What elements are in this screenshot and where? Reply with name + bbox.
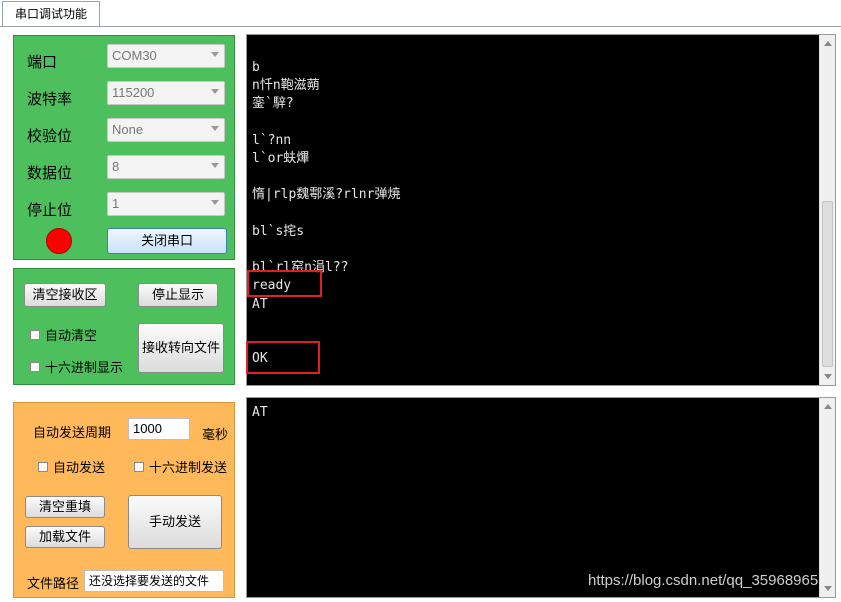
baud-label: 波特率 [27, 91, 73, 108]
parity-label: 校验位 [27, 128, 73, 145]
receive-line [252, 114, 400, 132]
checkbox-box [30, 361, 40, 372]
receive-line [252, 168, 400, 186]
ms-label: 毫秒 [202, 427, 229, 442]
port-value: COM30 [112, 48, 157, 63]
port-select[interactable]: COM30 [107, 44, 225, 68]
tab-serial-debug[interactable]: 串口调试功能 [2, 1, 100, 26]
stopbits-label: 停止位 [27, 202, 73, 219]
port-label: 端口 [27, 54, 58, 71]
scroll-down-icon[interactable] [824, 374, 832, 379]
close-port-button[interactable]: 关闭串口 [107, 228, 227, 254]
parity-value: None [112, 122, 144, 137]
checkbox-box [134, 461, 144, 472]
receive-to-file-button[interactable]: 接收转向文件 [138, 323, 224, 373]
receive-line: 銮`騂? [252, 96, 294, 112]
clear-receive-button[interactable]: 清空接收区 [24, 283, 106, 307]
databits-label: 数据位 [27, 165, 73, 182]
serial-settings-panel: 端口 COM30 波特率 115200 校验位 None 数据位 8 停止位 1… [13, 35, 235, 260]
receive-line [252, 241, 400, 259]
file-path-label: 文件路径 [27, 576, 80, 591]
auto-send-label: 自动发送 [53, 460, 106, 475]
chevron-down-icon [211, 200, 219, 205]
scroll-thumb[interactable] [822, 201, 833, 367]
receive-text-area[interactable]: b n忏n鞄滋蒴 銮`騂? l`?nn l`or蚨熚 惰|rlp魏鄠溪?rlnr弹焼 … [246, 34, 836, 386]
checkbox-box [38, 461, 48, 472]
send-options-panel: 自动发送周期 1000 毫秒 自动发送 十六进制发送 清空重填 加载文件 手动发… [13, 402, 235, 598]
hex-display-label: 十六进制显示 [45, 360, 124, 375]
receive-line: l`or蚨熚 [252, 151, 310, 167]
hex-send-checkbox[interactable]: 十六进制发送 [134, 457, 227, 476]
watermark: https://blog.csdn.net/qq_35968965 [588, 572, 819, 589]
send-text-area[interactable]: AT [246, 397, 836, 598]
receive-line [252, 314, 400, 332]
databits-select[interactable]: 8 [107, 155, 225, 179]
chevron-down-icon [211, 126, 219, 131]
auto-send-checkbox[interactable]: 自动发送 [38, 457, 105, 476]
port-status-indicator [46, 228, 72, 254]
hex-send-label: 十六进制发送 [149, 460, 228, 475]
period-input[interactable]: 1000 [128, 418, 190, 440]
databits-value: 8 [112, 159, 120, 174]
receive-line: 惰|rlp魏鄠溪?rlnr弹焼 [252, 187, 401, 203]
tab-strip: 串口调试功能 [0, 0, 841, 27]
chevron-down-icon [211, 89, 219, 94]
send-text: AT [252, 405, 268, 420]
scroll-up-icon[interactable] [824, 404, 832, 409]
chevron-down-icon [211, 52, 219, 57]
receive-line [252, 205, 400, 223]
receive-line: l`?nn [252, 132, 292, 148]
baud-value: 115200 [112, 85, 155, 100]
receive-line: AT [252, 296, 268, 312]
stopbits-select[interactable]: 1 [107, 192, 225, 216]
stopbits-value: 1 [112, 196, 120, 211]
scroll-down-icon[interactable] [824, 586, 832, 591]
manual-send-button[interactable]: 手动发送 [128, 495, 222, 549]
parity-select[interactable]: None [107, 118, 225, 142]
send-scrollbar[interactable] [819, 398, 835, 597]
receive-scrollbar[interactable] [819, 35, 835, 385]
chevron-down-icon [211, 163, 219, 168]
auto-send-period-label: 自动发送周期 [33, 425, 112, 440]
scroll-up-icon[interactable] [824, 41, 832, 46]
file-path-field[interactable]: 还没选择要发送的文件 [84, 570, 224, 592]
receive-options-panel: 清空接收区 停止显示 自动清空 十六进制显示 接收转向文件 [13, 268, 235, 385]
baud-select[interactable]: 115200 [107, 81, 225, 105]
receive-line: bl`s挓s [252, 223, 305, 239]
highlight-ok [246, 341, 320, 374]
load-file-button[interactable]: 加载文件 [25, 526, 105, 548]
checkbox-box [30, 329, 40, 340]
auto-clear-label: 自动清空 [45, 328, 98, 343]
auto-clear-checkbox[interactable]: 自动清空 [30, 325, 97, 344]
receive-text: b n忏n鞄滋蒴 銮`騂? l`?nn l`or蚨熚 惰|rlp魏鄠溪?rlnr弹焼 … [252, 59, 400, 368]
stop-display-button[interactable]: 停止显示 [138, 283, 218, 307]
hex-display-checkbox[interactable]: 十六进制显示 [30, 357, 123, 376]
receive-line: b [252, 60, 260, 75]
receive-line: n忏n鞄滋蒴 [252, 78, 320, 94]
highlight-ready [247, 270, 322, 297]
clear-refill-button[interactable]: 清空重填 [25, 496, 105, 518]
